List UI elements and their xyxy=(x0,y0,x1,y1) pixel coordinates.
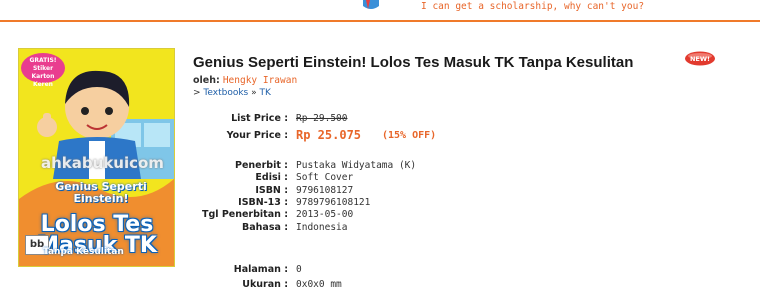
detail-label: ISBN-13 : xyxy=(238,196,288,208)
cover-bottom-text: Tanpa Kesulitan xyxy=(43,247,124,257)
detail-label: Tgl Penerbitan : xyxy=(201,209,288,221)
detail-label: Ukuran : xyxy=(242,279,288,290)
detail-value: 9796108127 xyxy=(296,184,354,196)
detail-value: 0 xyxy=(296,264,302,275)
top-bar xyxy=(0,0,760,22)
book-title: Genius Seperti Einstein! Lolos Tes Masuk… xyxy=(193,54,634,71)
author-link[interactable]: Hengky Irawan xyxy=(223,75,297,86)
book-cover-image: GRATIS! Stiker Karton Keren ahkabukuicom… xyxy=(18,48,175,267)
discount-value: (15% OFF) xyxy=(382,130,437,141)
detail-value: 9789796108121 xyxy=(296,196,371,208)
author-row: oleh: Hengky Irawan xyxy=(193,75,297,86)
list-price-value: Rp 29.500 xyxy=(296,113,348,124)
cover-watermark: ahkabukuicom xyxy=(41,154,164,172)
detail-label: Edisi : xyxy=(255,172,288,184)
new-badge-icon: NEW! xyxy=(685,51,715,66)
your-price-label: Your Price : xyxy=(226,130,288,141)
list-price-label: List Price : xyxy=(231,113,288,124)
detail-value: Indonesia xyxy=(296,221,348,233)
detail-label: Halaman : xyxy=(233,264,288,275)
breadcrumb-link-tk[interactable]: TK xyxy=(259,88,270,98)
cover-subtitle: Genius Seperti Einstein! xyxy=(55,180,147,205)
detail-label: Penerbit : xyxy=(234,160,288,171)
new-badge-label: NEW! xyxy=(690,55,710,63)
speech-bubble-icon xyxy=(363,0,379,9)
detail-label: Bahasa : xyxy=(242,221,288,233)
breadcrumb: > Textbooks » TK xyxy=(193,88,271,98)
detail-label: ISBN : xyxy=(255,184,288,196)
cover-free-sticker-badge: GRATIS! Stiker Karton Keren xyxy=(21,53,65,88)
breadcrumb-prefix: > xyxy=(193,88,204,98)
detail-value: 2013-05-00 xyxy=(296,209,354,221)
detail-value: Soft Cover xyxy=(296,172,354,184)
your-price-value: Rp 25.075 xyxy=(296,128,362,142)
author-label: oleh: xyxy=(193,75,220,86)
breadcrumb-separator: » xyxy=(248,88,260,98)
breadcrumb-link-textbooks[interactable]: Textbooks xyxy=(203,88,248,98)
detail-value: 0x0x0 mm xyxy=(296,279,342,290)
scholarship-link[interactable]: I can get a scholarship, why can't you? xyxy=(421,1,644,12)
detail-value: Pustaka Widyatama (K) xyxy=(296,160,417,171)
